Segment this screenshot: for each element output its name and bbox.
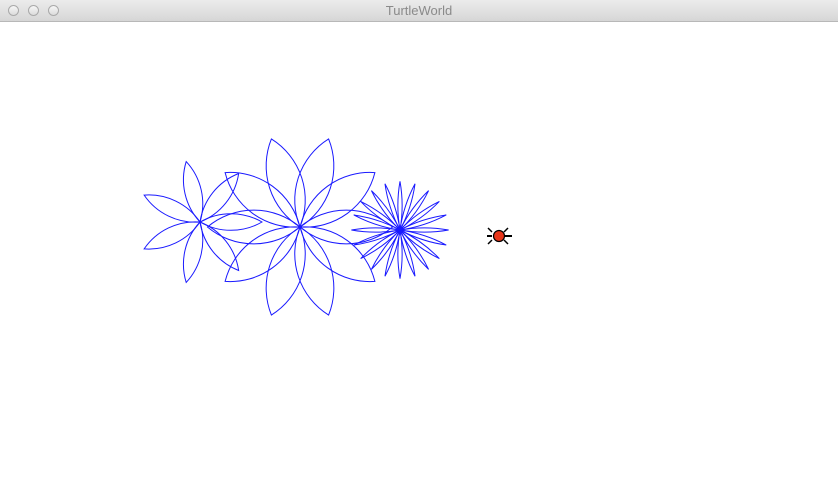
window-title: TurtleWorld: [385, 3, 453, 18]
flower-3: [351, 181, 449, 279]
petal: [370, 229, 401, 270]
turtleworld-window: TurtleWorld: [0, 0, 838, 479]
flower-1: [143, 160, 264, 284]
petal: [198, 213, 264, 231]
petal: [224, 171, 301, 228]
petal: [143, 194, 201, 223]
petal: [399, 229, 440, 260]
turtle-shell: [492, 229, 506, 243]
drawing-canvas[interactable]: [0, 22, 838, 479]
flowers-group: [143, 138, 449, 316]
petal: [360, 200, 401, 231]
petal: [224, 226, 301, 283]
petal: [299, 226, 376, 283]
petal: [143, 221, 201, 250]
title-bar[interactable]: TurtleWorld: [0, 0, 838, 22]
drawing-surface: [143, 138, 512, 316]
petal: [399, 190, 430, 231]
flower-2: [206, 138, 394, 316]
turtle-icon: [487, 227, 512, 245]
